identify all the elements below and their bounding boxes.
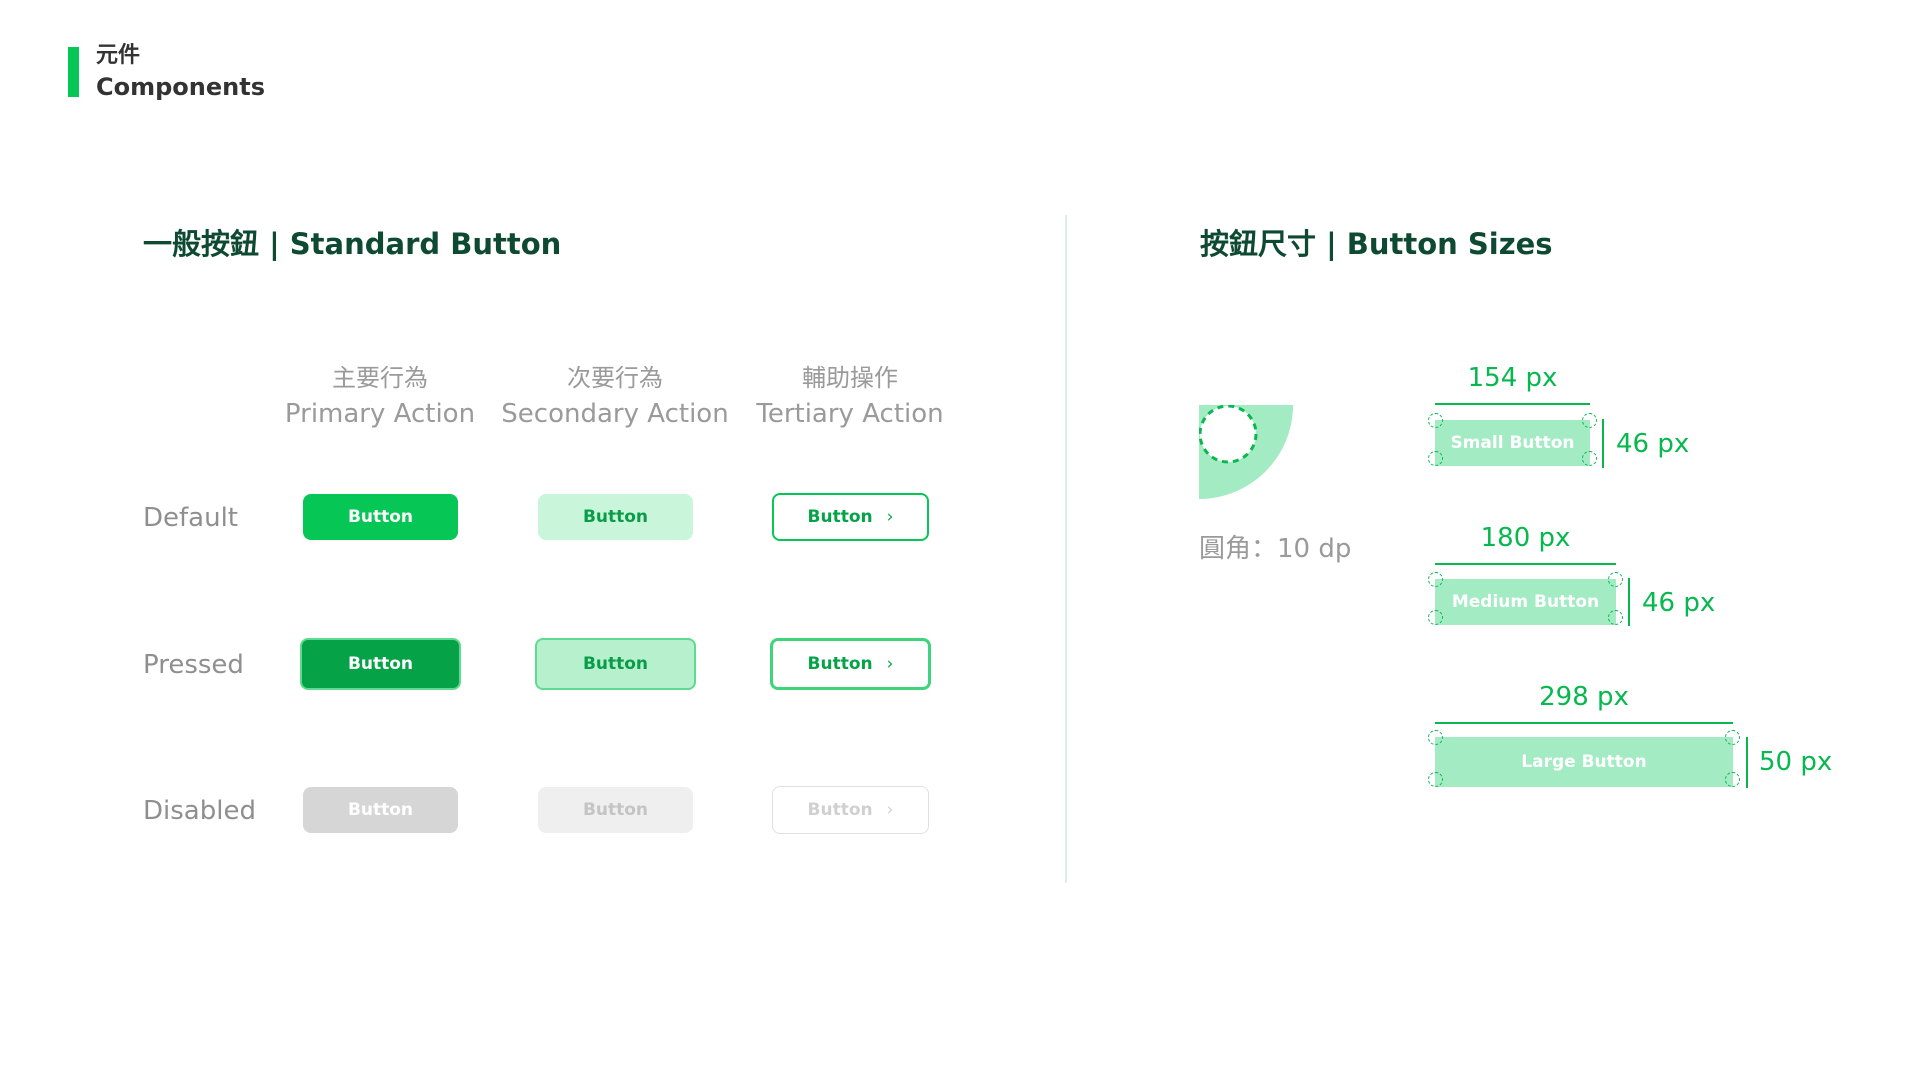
small-height-label: 46 px xyxy=(1616,429,1690,459)
corner-marker xyxy=(1428,730,1443,745)
large-width-label: 298 px xyxy=(1539,682,1629,712)
button-label: Button xyxy=(807,507,873,527)
header-accent-bar xyxy=(68,47,79,97)
secondary-button-disabled: Button xyxy=(538,787,693,833)
button-label: Button xyxy=(347,800,414,820)
column-header-secondary: 次要行為 Secondary Action xyxy=(500,361,730,433)
corner-radius-circle xyxy=(1199,405,1258,464)
primary-button-disabled: Button xyxy=(303,787,458,833)
corner-marker xyxy=(1428,413,1443,428)
small-button-sample: Small Button xyxy=(1435,420,1590,466)
column-header-secondary-zh: 次要行為 xyxy=(567,364,663,392)
corner-marker xyxy=(1428,772,1443,787)
medium-width-line xyxy=(1435,563,1616,565)
corner-radius-diagram xyxy=(1199,405,1293,499)
column-header-primary: 主要行為 Primary Action xyxy=(265,361,495,433)
tertiary-button-default[interactable]: Button › xyxy=(772,493,929,541)
column-header-primary-en: Primary Action xyxy=(284,399,476,429)
header-title-zh: 元件 xyxy=(96,43,141,68)
corner-marker xyxy=(1428,451,1443,466)
button-label: Button xyxy=(582,654,649,674)
medium-height-line xyxy=(1628,578,1630,626)
chevron-right-icon: › xyxy=(886,654,894,674)
button-sizes-title: 按鈕尺寸 | Button Sizes xyxy=(1200,227,1553,261)
secondary-button-default[interactable]: Button xyxy=(538,494,693,540)
chevron-right-icon: › xyxy=(886,507,894,527)
large-button-sample: Large Button xyxy=(1435,737,1733,787)
medium-button-label: Medium Button xyxy=(1451,592,1600,612)
column-header-secondary-en: Secondary Action xyxy=(501,399,729,429)
large-button-label: Large Button xyxy=(1521,752,1647,772)
primary-button-pressed[interactable]: Button xyxy=(300,638,461,690)
chevron-right-icon: › xyxy=(886,800,894,820)
corner-marker xyxy=(1608,610,1623,625)
button-label: Button xyxy=(347,507,414,527)
tertiary-button-disabled: Button › xyxy=(772,786,929,834)
medium-height-label: 46 px xyxy=(1642,588,1716,618)
section-divider xyxy=(1065,215,1067,883)
large-height-line xyxy=(1746,737,1748,788)
tertiary-button-pressed[interactable]: Button › xyxy=(770,638,931,690)
medium-button-sample: Medium Button xyxy=(1435,579,1616,625)
button-label: Button xyxy=(582,800,649,820)
row-label-pressed: Pressed xyxy=(143,650,244,680)
corner-marker xyxy=(1725,730,1740,745)
corner-marker xyxy=(1608,572,1623,587)
large-width-line xyxy=(1435,722,1733,724)
column-header-tertiary-en: Tertiary Action xyxy=(756,399,944,429)
button-label: Button xyxy=(347,654,414,674)
primary-button-default[interactable]: Button xyxy=(303,494,458,540)
column-header-tertiary: 輔助操作 Tertiary Action xyxy=(735,361,965,433)
button-label: Button xyxy=(582,507,649,527)
corner-marker xyxy=(1725,772,1740,787)
column-header-tertiary-zh: 輔助操作 xyxy=(802,364,898,392)
corner-marker xyxy=(1582,413,1597,428)
column-header-primary-zh: 主要行為 xyxy=(332,364,428,392)
corner-marker xyxy=(1428,572,1443,587)
row-label-disabled: Disabled xyxy=(143,796,256,826)
button-label: Button xyxy=(807,654,873,674)
corner-marker xyxy=(1582,451,1597,466)
standard-button-title: 一般按鈕 | Standard Button xyxy=(143,227,562,261)
small-width-label: 154 px xyxy=(1467,363,1558,393)
small-button-label: Small Button xyxy=(1450,433,1575,453)
small-width-line xyxy=(1435,403,1590,405)
button-label: Button xyxy=(807,800,873,820)
small-height-line xyxy=(1602,419,1604,468)
corner-marker xyxy=(1428,610,1443,625)
secondary-button-pressed[interactable]: Button xyxy=(535,638,696,690)
medium-width-label: 180 px xyxy=(1480,523,1571,553)
large-height-label: 50 px xyxy=(1759,747,1833,777)
row-label-default: Default xyxy=(143,503,238,533)
header-title-en: Components xyxy=(96,73,265,101)
corner-radius-label: 圓角：10 dp xyxy=(1199,534,1352,564)
